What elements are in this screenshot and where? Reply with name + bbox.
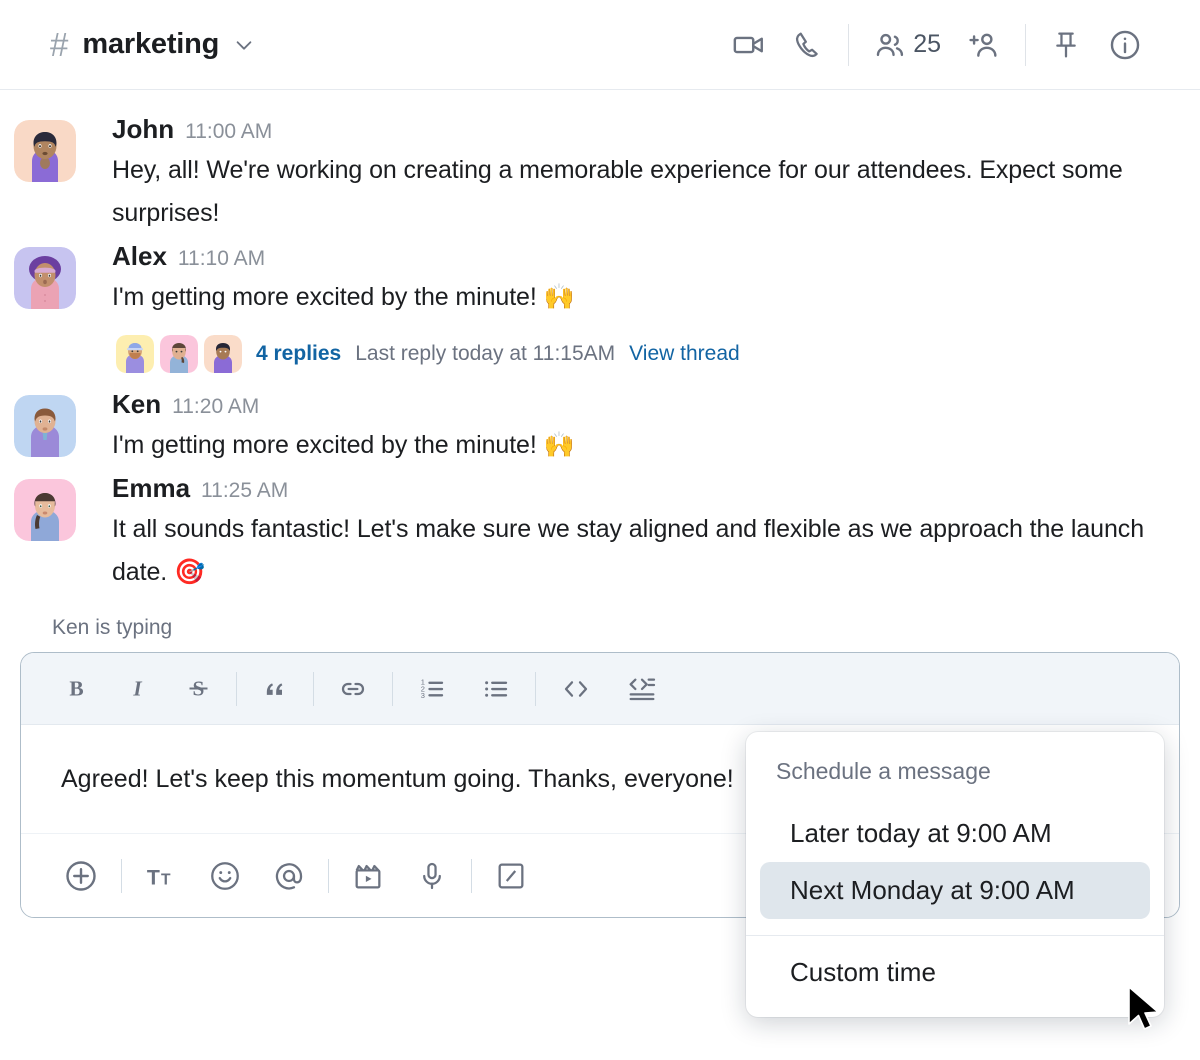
emoji-icon[interactable] (208, 859, 242, 893)
formatting-toolbar: B I S 1 2 3 (21, 653, 1179, 725)
schedule-option-custom-time[interactable]: Custom time (760, 944, 1150, 1001)
page-title: marketing (82, 28, 220, 60)
bold-icon[interactable]: B (63, 675, 90, 702)
message-author[interactable]: Emma (112, 473, 190, 504)
blockquote-icon[interactable] (261, 675, 289, 703)
ordered-list-icon[interactable]: 123 (417, 674, 447, 704)
chat-app-window: # marketing 25 John 11:00 AM Hey, all! W… (0, 0, 1200, 1060)
view-thread-link[interactable]: View thread (629, 342, 740, 366)
channel-header: # marketing 25 (0, 0, 1200, 90)
schedule-message-menu: Schedule a message Later today at 9:00 A… (746, 732, 1164, 1017)
avatar[interactable] (14, 479, 76, 541)
code-icon[interactable] (560, 673, 592, 705)
header-actions: 25 (708, 23, 1166, 66)
message-item: Alex 11:10 AM I'm getting more excited b… (0, 235, 1200, 383)
bullet-list-icon[interactable] (481, 674, 511, 704)
channel-title-button[interactable]: # marketing (50, 28, 255, 61)
plus-circle-icon[interactable] (63, 858, 99, 894)
message-header: Alex 11:10 AM (112, 241, 1170, 272)
message-text: Hey, all! We're working on creating a me… (112, 156, 1123, 227)
schedule-menu-title: Schedule a message (776, 758, 991, 784)
microphone-icon[interactable] (415, 859, 449, 893)
message-timestamp: 11:00 AM (185, 120, 273, 143)
call-actions-group (708, 28, 848, 62)
strikethrough-icon[interactable]: S (185, 675, 212, 702)
svg-text:T: T (147, 865, 160, 889)
pin-icon[interactable] (1050, 29, 1082, 61)
message-author[interactable]: Alex (112, 241, 167, 272)
message-timestamp: 11:20 AM (172, 395, 260, 418)
replies-count[interactable]: 4 replies (256, 342, 341, 366)
message-item: Emma 11:25 AM It all sounds fantastic! L… (0, 467, 1200, 594)
link-group (314, 674, 392, 704)
message-item: Ken 11:20 AM I'm getting more excited by… (0, 383, 1200, 467)
avatar[interactable] (14, 395, 76, 457)
thread-participant-avatars (116, 335, 242, 373)
message-body: Ken 11:20 AM I'm getting more excited by… (76, 389, 1170, 467)
slash-command-icon[interactable] (494, 859, 528, 893)
thread-avatar (116, 335, 154, 373)
message-list: John 11:00 AM Hey, all! We're working on… (0, 90, 1200, 594)
message-body: Alex 11:10 AM I'm getting more excited b… (76, 241, 1170, 383)
schedule-option-next-monday[interactable]: Next Monday at 9:00 AM (760, 862, 1150, 919)
message-header: Emma 11:25 AM (112, 473, 1170, 504)
thread-avatar (204, 335, 242, 373)
svg-text:T: T (161, 871, 171, 888)
code-block-icon[interactable] (626, 673, 658, 705)
attach-group (63, 858, 121, 894)
message-timestamp: 11:10 AM (177, 247, 266, 270)
chevron-down-icon[interactable] (233, 34, 255, 56)
message-timestamp: 11:25 AM (201, 479, 289, 502)
message-input-value: Agreed! Let's keep this momentum going. … (61, 764, 734, 793)
avatar[interactable] (14, 120, 76, 182)
text-style-group: B I S (63, 675, 236, 702)
members-icon (873, 28, 907, 62)
link-icon[interactable] (338, 674, 368, 704)
message-text: I'm getting more excited by the minute! … (112, 431, 575, 459)
format-group: TT (122, 859, 328, 893)
video-camera-icon[interactable] (732, 28, 766, 62)
message-author[interactable]: John (112, 114, 174, 145)
text-format-icon[interactable]: TT (144, 859, 178, 893)
video-clip-icon[interactable] (351, 859, 385, 893)
info-icon[interactable] (1108, 28, 1142, 62)
message-body: John 11:00 AM Hey, all! We're working on… (76, 114, 1170, 235)
command-group (472, 859, 550, 893)
svg-text:B: B (69, 676, 83, 700)
typing-indicator: Ken is typing (52, 616, 173, 639)
utility-group (1026, 28, 1166, 62)
add-person-icon[interactable] (967, 28, 1001, 62)
mention-icon[interactable] (272, 859, 306, 893)
code-group (536, 673, 682, 705)
message-body: Emma 11:25 AM It all sounds fantastic! L… (76, 473, 1170, 594)
svg-text:I: I (132, 676, 142, 700)
svg-text:3: 3 (421, 690, 425, 699)
media-group (329, 859, 471, 893)
message-text: I'm getting more excited by the minute! … (112, 283, 575, 311)
quote-group (237, 675, 313, 703)
menu-separator (746, 935, 1164, 936)
last-reply-text: Last reply today at 11:15AM (355, 342, 616, 365)
italic-icon[interactable]: I (124, 675, 151, 702)
schedule-option-later-today[interactable]: Later today at 9:00 AM (760, 805, 1150, 862)
hash-icon: # (50, 26, 69, 63)
members-group: 25 (849, 28, 1025, 62)
message-header: John 11:00 AM (112, 114, 1170, 145)
message-item: John 11:00 AM Hey, all! We're working on… (0, 108, 1200, 235)
message-header: Ken 11:20 AM (112, 389, 1170, 420)
phone-icon[interactable] (792, 29, 824, 61)
member-count: 25 (913, 30, 941, 58)
message-author[interactable]: Ken (112, 389, 161, 420)
list-group: 123 (393, 674, 535, 704)
message-text: It all sounds fantastic! Let's make sure… (112, 515, 1144, 586)
members-button[interactable]: 25 (873, 28, 941, 62)
thread-summary[interactable]: 4 replies Last reply today at 11:15AM Vi… (112, 335, 1170, 373)
thread-avatar (160, 335, 198, 373)
avatar[interactable] (14, 247, 76, 309)
